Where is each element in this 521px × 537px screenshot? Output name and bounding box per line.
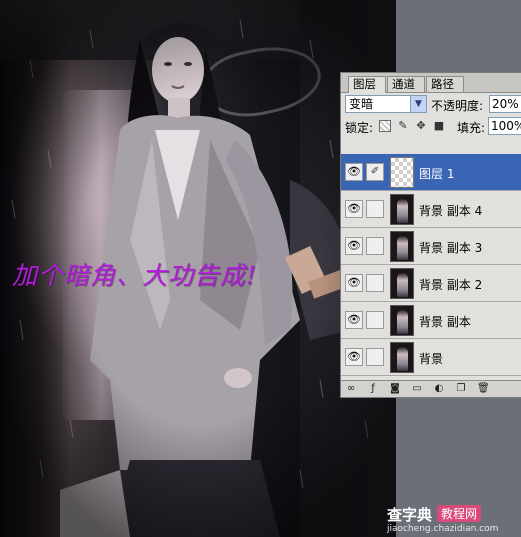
lock-transparency-icon[interactable] — [379, 120, 391, 132]
layer-thumbnail — [390, 194, 414, 225]
layer-row[interactable]: 👁 背景 副本 4 — [341, 191, 521, 228]
watermark-badge: 教程网 — [437, 505, 482, 522]
tab-channels[interactable]: 通道 — [387, 76, 425, 92]
layer-row[interactable]: 👁 背景 副本 2 — [341, 265, 521, 302]
layer-name: 背景 副本 4 — [419, 204, 483, 218]
layer-list: 👁 ✐ 图层 1 👁 背景 副本 4 👁 背景 副本 3 👁 背景 副本 2 👁 — [341, 154, 521, 376]
layer-thumbnail — [390, 157, 414, 188]
site-watermark: 查字典 教程网 jiaocheng.chazidian.com — [387, 504, 517, 537]
layer-name: 背景 副本 3 — [419, 241, 483, 255]
link-slot[interactable] — [366, 237, 384, 255]
fill-label: 填充: — [457, 121, 486, 135]
layer-thumbnail — [390, 342, 414, 373]
lock-label: 锁定: — [345, 121, 374, 135]
layer-row[interactable]: 👁 背景 副本 3 — [341, 228, 521, 265]
eye-icon[interactable]: 👁 — [345, 237, 363, 255]
caption-text: 加个暗角、大功告成! — [12, 261, 258, 290]
link-slot[interactable] — [366, 311, 384, 329]
lock-paint-icon[interactable]: ✎ — [397, 120, 409, 132]
layer-thumbnail — [390, 231, 414, 262]
fill-field[interactable]: 100% — [488, 117, 521, 135]
new-layer-icon[interactable]: ❐ — [455, 383, 467, 394]
lock-fill-row: 锁定: ✎ ✥ ■ 填充: 100% — [341, 116, 521, 137]
watermark-logo: 查字典 — [387, 506, 433, 524]
photo-canvas[interactable]: 加个暗角、大功告成! — [0, 0, 396, 537]
eye-icon[interactable]: 👁 — [345, 200, 363, 218]
adjustment-layer-icon[interactable]: ◐ — [433, 383, 445, 394]
layer-thumbnail — [390, 305, 414, 336]
eye-icon[interactable]: 👁 — [345, 348, 363, 366]
eye-icon[interactable]: 👁 — [345, 274, 363, 292]
link-slot[interactable] — [366, 274, 384, 292]
opacity-label: 不透明度: — [431, 99, 484, 113]
layer-style-icon[interactable]: ƒ — [367, 383, 379, 394]
layers-panel: 图层 通道 路径 变暗 ▼ 不透明度: 20% 锁定: ✎ ✥ ■ 填充: 10… — [340, 72, 521, 398]
layer-row[interactable]: 👁 背景 — [341, 339, 521, 376]
eye-icon[interactable]: 👁 — [345, 163, 363, 181]
lock-all-icon[interactable]: ■ — [433, 120, 445, 132]
layer-mask-icon[interactable]: ◙ — [389, 383, 401, 394]
panel-tabs: 图层 通道 路径 — [341, 73, 521, 93]
layer-row[interactable]: 👁 ✐ 图层 1 — [341, 154, 521, 191]
layer-name: 背景 — [419, 352, 444, 366]
link-layers-icon[interactable]: ∞ — [345, 383, 357, 394]
panel-bottom-toolbar: ∞ ƒ ◙ ▭ ◐ ❐ 🗑 — [341, 380, 521, 397]
delete-layer-icon[interactable]: 🗑 — [477, 383, 490, 394]
layer-name: 背景 副本 — [419, 315, 471, 329]
layer-name: 图层 1 — [419, 167, 455, 181]
layer-thumbnail — [390, 268, 414, 299]
watermark-url: jiaocheng.chazidian.com — [387, 524, 499, 534]
lock-move-icon[interactable]: ✥ — [415, 120, 427, 132]
brush-icon[interactable]: ✐ — [366, 163, 384, 181]
link-slot[interactable] — [366, 348, 384, 366]
new-group-icon[interactable]: ▭ — [411, 383, 423, 394]
blend-mode-value: 变暗 — [349, 97, 374, 111]
eye-icon[interactable]: 👁 — [345, 311, 363, 329]
blend-mode-select[interactable]: 变暗 ▼ — [345, 95, 427, 113]
opacity-field[interactable]: 20% — [489, 95, 521, 113]
chevron-down-icon[interactable]: ▼ — [410, 96, 426, 112]
tab-paths[interactable]: 路径 — [426, 76, 464, 92]
layer-row[interactable]: 👁 背景 副本 — [341, 302, 521, 339]
link-slot[interactable] — [366, 200, 384, 218]
layer-name: 背景 副本 2 — [419, 278, 483, 292]
tab-layers[interactable]: 图层 — [348, 76, 386, 93]
blend-opacity-row: 变暗 ▼ 不透明度: 20% — [341, 93, 521, 115]
